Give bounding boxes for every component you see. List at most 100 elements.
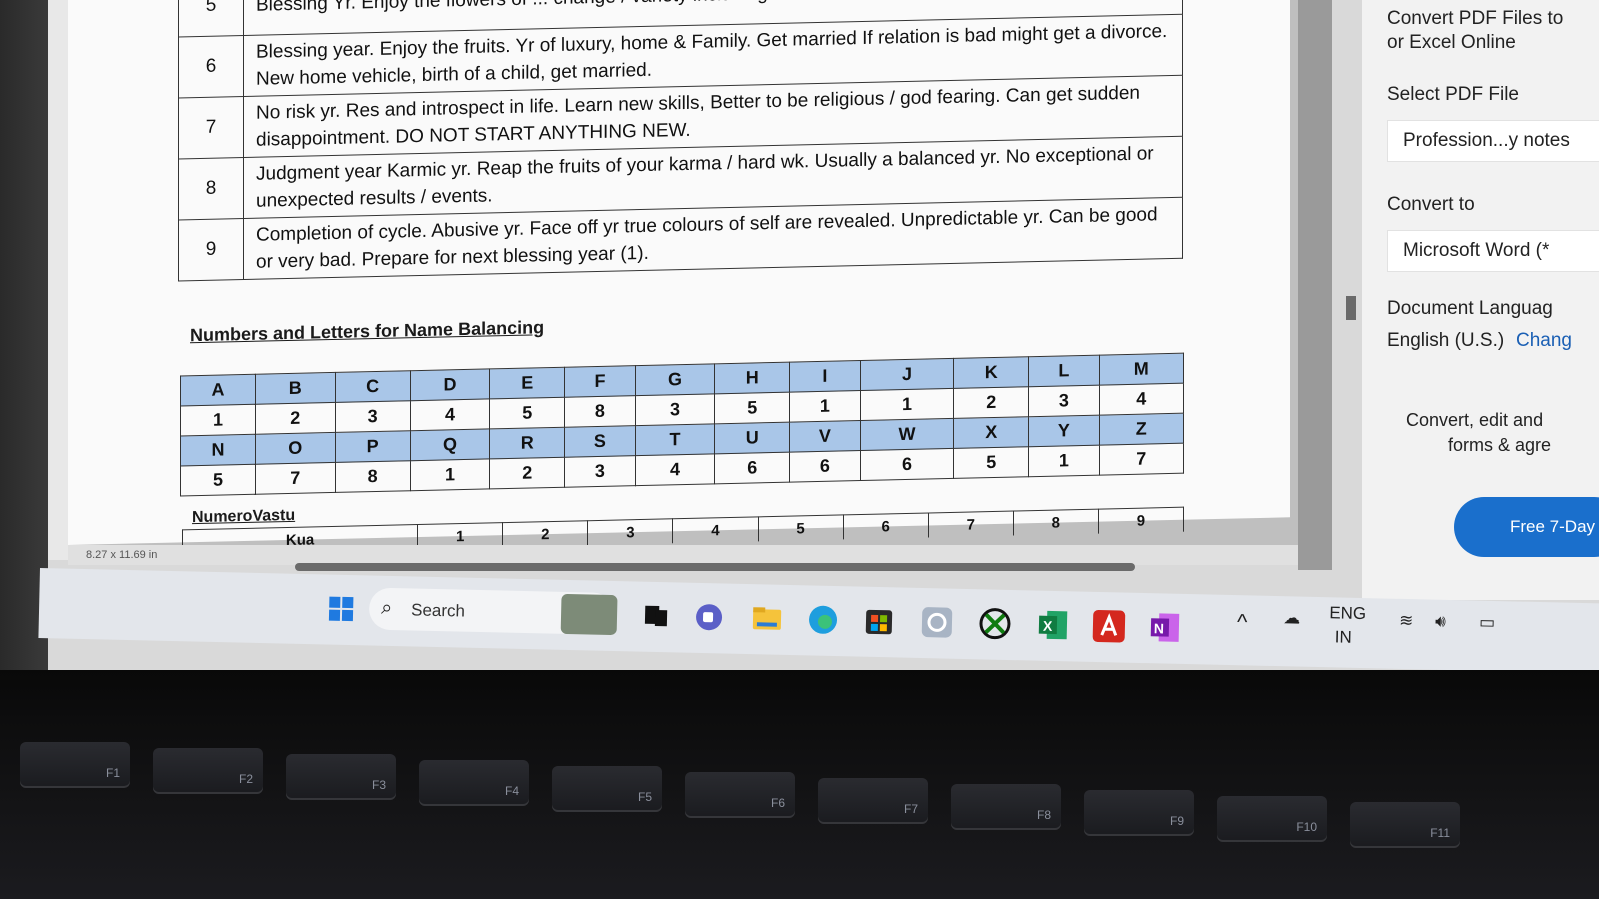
letter-cell: B bbox=[255, 372, 336, 405]
xbox-icon[interactable] bbox=[975, 603, 1016, 644]
number-cell: 4 bbox=[635, 453, 715, 486]
function-key-label: F10 bbox=[1296, 820, 1317, 834]
year-number: 6 bbox=[178, 35, 244, 98]
function-key[interactable]: F6 bbox=[685, 772, 795, 818]
number-cell: 8 bbox=[564, 395, 636, 428]
vastu-header-cell: 9 bbox=[1098, 507, 1184, 534]
number-cell: 1 bbox=[789, 390, 861, 423]
status-bar: 8.27 x 11.69 in bbox=[68, 545, 1298, 565]
vertical-scrollbar-thumb[interactable] bbox=[1346, 296, 1356, 320]
letter-cell: W bbox=[860, 418, 954, 451]
volume-icon[interactable]: 🔊︎ bbox=[1435, 612, 1446, 632]
letter-cell: M bbox=[1099, 353, 1184, 386]
number-cell: 1 bbox=[410, 458, 490, 491]
letter-cell: X bbox=[953, 416, 1029, 449]
letter-cell: T bbox=[635, 423, 715, 456]
widgets-icon[interactable] bbox=[560, 593, 618, 636]
number-cell: 2 bbox=[953, 386, 1029, 419]
year-meaning-table: 5Blessing Yr. Enjoy the flowers of ... c… bbox=[178, 0, 1183, 282]
teams-chat-icon[interactable] bbox=[689, 597, 730, 638]
horizontal-scrollbar[interactable] bbox=[295, 563, 1135, 571]
acrobat-icon[interactable] bbox=[1089, 606, 1130, 647]
number-cell: 4 bbox=[1099, 383, 1184, 416]
letter-cell: D bbox=[410, 368, 490, 401]
task-view-icon[interactable] bbox=[635, 596, 676, 637]
letter-cell: I bbox=[789, 360, 861, 393]
vastu-header-cell: 7 bbox=[928, 511, 1014, 538]
number-cell: 5 bbox=[489, 397, 565, 429]
battery-icon[interactable]: ▭ bbox=[1479, 613, 1495, 633]
free-trial-button[interactable]: Free 7-Day bbox=[1454, 497, 1599, 557]
navigation-pane-collapsed[interactable] bbox=[48, 0, 68, 560]
function-key-label: F8 bbox=[1036, 808, 1051, 822]
function-key[interactable]: F5 bbox=[552, 766, 662, 812]
letter-cell: S bbox=[564, 425, 636, 458]
number-cell: 2 bbox=[489, 457, 565, 489]
letter-cell: A bbox=[180, 374, 256, 406]
function-key[interactable]: F7 bbox=[818, 778, 928, 824]
wifi-icon[interactable]: ≋ bbox=[1399, 611, 1414, 631]
vastu-header-cell: 3 bbox=[587, 518, 673, 546]
function-key-label: F11 bbox=[1430, 826, 1450, 840]
function-key[interactable]: F9 bbox=[1084, 790, 1194, 836]
letter-number-table: ABCDEFGHIJKLM 1234583511234 NOPQRSTUVWXY… bbox=[180, 353, 1184, 497]
letter-cell: L bbox=[1028, 355, 1100, 387]
year-number: 7 bbox=[178, 96, 244, 159]
function-key[interactable]: F4 bbox=[419, 760, 529, 806]
convert-to-value[interactable]: Microsoft Word (* bbox=[1403, 240, 1549, 262]
search-icon: ⌕ bbox=[380, 596, 393, 620]
number-cell: 3 bbox=[635, 393, 715, 426]
language-indicator-line2[interactable]: IN bbox=[1335, 627, 1352, 647]
function-key[interactable]: F8 bbox=[951, 784, 1061, 830]
svg-text:X: X bbox=[1043, 618, 1053, 634]
number-cell: 3 bbox=[335, 400, 411, 433]
file-explorer-icon[interactable] bbox=[747, 598, 788, 639]
cortana-icon[interactable] bbox=[917, 602, 958, 643]
onenote-icon[interactable]: N bbox=[1144, 607, 1185, 648]
vastu-header-cell: 5 bbox=[758, 514, 844, 542]
vastu-header-cell: 6 bbox=[843, 512, 929, 540]
monitor-screen: 5Blessing Yr. Enjoy the flowers of ... c… bbox=[0, 0, 1599, 670]
letter-cell: R bbox=[489, 427, 565, 459]
page-size-label: 8.27 x 11.69 in bbox=[86, 549, 158, 561]
promo-line1: Convert, edit and bbox=[1406, 410, 1544, 430]
panel-heading-line1: Convert PDF Files to bbox=[1387, 8, 1564, 29]
number-cell: 5 bbox=[714, 392, 790, 424]
store-icon[interactable] bbox=[859, 601, 900, 642]
function-key-label: F2 bbox=[238, 772, 253, 786]
svg-text:N: N bbox=[1154, 620, 1164, 636]
function-key[interactable]: F1 bbox=[20, 742, 130, 788]
edge-icon[interactable] bbox=[803, 599, 844, 640]
function-key[interactable]: F10 bbox=[1217, 796, 1327, 842]
function-key-label: F9 bbox=[1169, 814, 1184, 828]
function-key[interactable]: F3 bbox=[286, 754, 396, 800]
vastu-header-cell: 2 bbox=[502, 520, 588, 548]
letter-cell: P bbox=[335, 430, 411, 463]
onedrive-cloud-icon[interactable]: ☁ bbox=[1283, 608, 1300, 628]
laptop-keyboard: F1 F2 F3 F4 F5 F6 F7 F8 F9 F10 F11 bbox=[0, 670, 1599, 899]
pdf-page: 5Blessing Yr. Enjoy the flowers of ... c… bbox=[68, 0, 1290, 555]
number-cell: 6 bbox=[789, 450, 861, 483]
number-cell: 8 bbox=[335, 460, 411, 493]
year-number: 8 bbox=[178, 157, 244, 220]
select-file-label: Select PDF File bbox=[1387, 84, 1519, 105]
number-cell: 5 bbox=[953, 446, 1029, 479]
year-number: 9 bbox=[178, 218, 244, 281]
change-language-link[interactable]: Chang bbox=[1516, 330, 1572, 352]
function-key[interactable]: F11 bbox=[1350, 802, 1460, 848]
letter-cell: Y bbox=[1028, 415, 1100, 447]
language-indicator-line1[interactable]: ENG bbox=[1329, 603, 1366, 624]
function-key-label: F3 bbox=[371, 778, 386, 792]
selected-file-value[interactable]: Profession...y notes bbox=[1403, 130, 1570, 152]
letter-cell: Z bbox=[1099, 413, 1184, 446]
excel-icon[interactable]: X bbox=[1033, 605, 1074, 646]
function-key-label: F4 bbox=[504, 784, 519, 798]
year-number: 5 bbox=[178, 0, 244, 37]
number-cell: 7 bbox=[1099, 443, 1184, 476]
document-viewport: 5Blessing Yr. Enjoy the flowers of ... c… bbox=[68, 0, 1298, 560]
windows-start-icon[interactable] bbox=[321, 588, 362, 629]
function-key[interactable]: F2 bbox=[153, 748, 263, 794]
vertical-scroll-track[interactable] bbox=[1298, 0, 1332, 570]
show-hidden-icons-chevron-icon[interactable]: ^ bbox=[1237, 609, 1248, 635]
number-cell: 3 bbox=[564, 455, 636, 488]
